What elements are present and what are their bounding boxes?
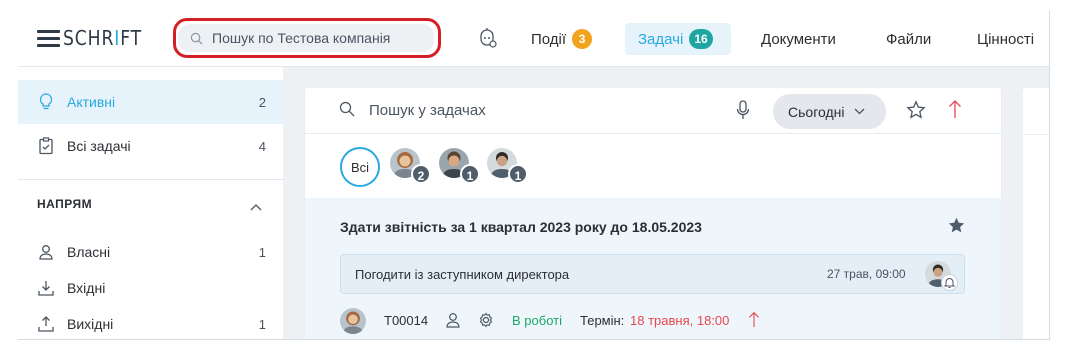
all-people-button[interactable]: Всі [340,147,380,187]
nav-tasks[interactable]: Задачі 16 [625,23,731,55]
section-title-direction: НАПРЯМ [37,197,93,211]
avatar[interactable] [340,308,366,334]
sidebar-item-label: Власні [67,244,111,260]
task-code: T00014 [384,313,429,328]
nav-values-label: Цінності [977,30,1035,48]
sidebar-item-label: Вихідні [67,316,114,332]
global-search-input[interactable]: Пошук по Тестова компанія [178,24,434,52]
download-icon [37,279,55,297]
deadline-label: Термін: [580,313,625,328]
search-icon [339,101,355,117]
events-badge: 3 [572,29,593,49]
star-outline-icon[interactable] [906,100,926,120]
sidebar-item-label: Вхідні [67,280,106,296]
subtask-label: Погодити із заступником директора [355,267,570,282]
person-icon [37,243,55,261]
chevron-down-icon [855,108,865,115]
side-panel-edge [1023,88,1049,339]
nav-documents[interactable]: Документи [761,23,836,55]
sidebar-item-active[interactable]: Активні 2 [18,80,283,124]
avatar-count-badge: 1 [460,164,480,184]
person-icon [446,313,460,328]
sidebar-divider [18,179,283,180]
clipboard-check-icon [37,137,55,155]
task-title[interactable]: Здати звітність за 1 квартал 2023 року д… [340,219,702,235]
status-badge: В роботі [512,313,562,328]
sort-arrow-up-icon[interactable] [948,99,962,119]
bell-icon [941,274,958,291]
date-filter-label: Сьогодні [788,103,845,120]
star-filled-icon[interactable] [947,216,966,235]
logo[interactable]: SCHRIFT [63,26,142,50]
nav-events[interactable]: Події 3 [531,23,593,55]
sidebar-item-incoming[interactable]: Вхідні [18,271,283,305]
nav-documents-label: Документи [761,30,836,48]
avatar-count-badge: 2 [411,164,431,184]
top-bar: SCHRIFT Пошук по Тестова компанія Події … [18,10,1049,67]
microphone-icon[interactable] [736,100,750,120]
nav-files-label: Файли [886,30,932,48]
task-meta: T00014 В роботі Термін: 18 травня, 18:00 [340,308,980,334]
lightbulb-icon [37,93,55,111]
global-search-placeholder: Пошук по Тестова компанія [212,30,391,46]
sidebar-item-count: 1 [258,244,266,260]
avatar-count-badge: 1 [508,164,528,184]
date-filter-dropdown[interactable]: Сьогодні [773,94,886,129]
subtask-date: 27 трав, 09:00 [827,267,906,281]
nav-events-label: Події [531,30,567,48]
menu-icon[interactable] [37,30,60,47]
sidebar-item-outgoing[interactable]: Вихідні 1 [18,307,283,339]
sidebar-item-count: 1 [258,316,266,332]
task-search-input[interactable]: Пошук у задачах [369,102,486,119]
nav-files[interactable]: Файли [886,23,931,55]
nav-values[interactable]: Цінності [977,23,1034,55]
sidebar-item-own[interactable]: Власні 1 [18,235,283,269]
sidebar-item-label: Активні [67,94,116,110]
priority-arrow-up-icon [748,311,760,328]
people-filter: Всі 2 1 1 [305,134,1001,198]
assistant-bot-icon[interactable] [476,27,498,49]
sidebar-item-label: Всі задачі [67,138,131,154]
upload-icon [37,315,55,333]
chevron-up-icon[interactable] [250,198,262,216]
task-search-bar: Пошук у задачах Сьогодні [305,88,1001,134]
sidebar-item-count: 2 [258,94,266,110]
gear-icon [479,312,493,328]
app-window: SCHRIFT Пошук по Тестова компанія Події … [18,10,1050,340]
tasks-badge: 16 [689,29,713,49]
sidebar-item-count: 4 [258,138,266,154]
tasks-panel: Пошук у задачах Сьогодні Всі 2 1 1 Здати… [305,88,1001,339]
deadline-value: 18 травня, 18:00 [630,313,730,328]
task-card[interactable]: Здати звітність за 1 квартал 2023 року д… [305,198,1001,339]
sidebar-item-all-tasks[interactable]: Всі задачі 4 [18,124,283,168]
sidebar: Активні 2 Всі задачі 4 НАПРЯМ Власні 1 В… [18,67,283,339]
nav-tasks-label: Задачі [638,30,684,48]
subtask-row[interactable]: Погодити із заступником директора 27 тра… [340,254,965,294]
search-icon [190,32,203,44]
